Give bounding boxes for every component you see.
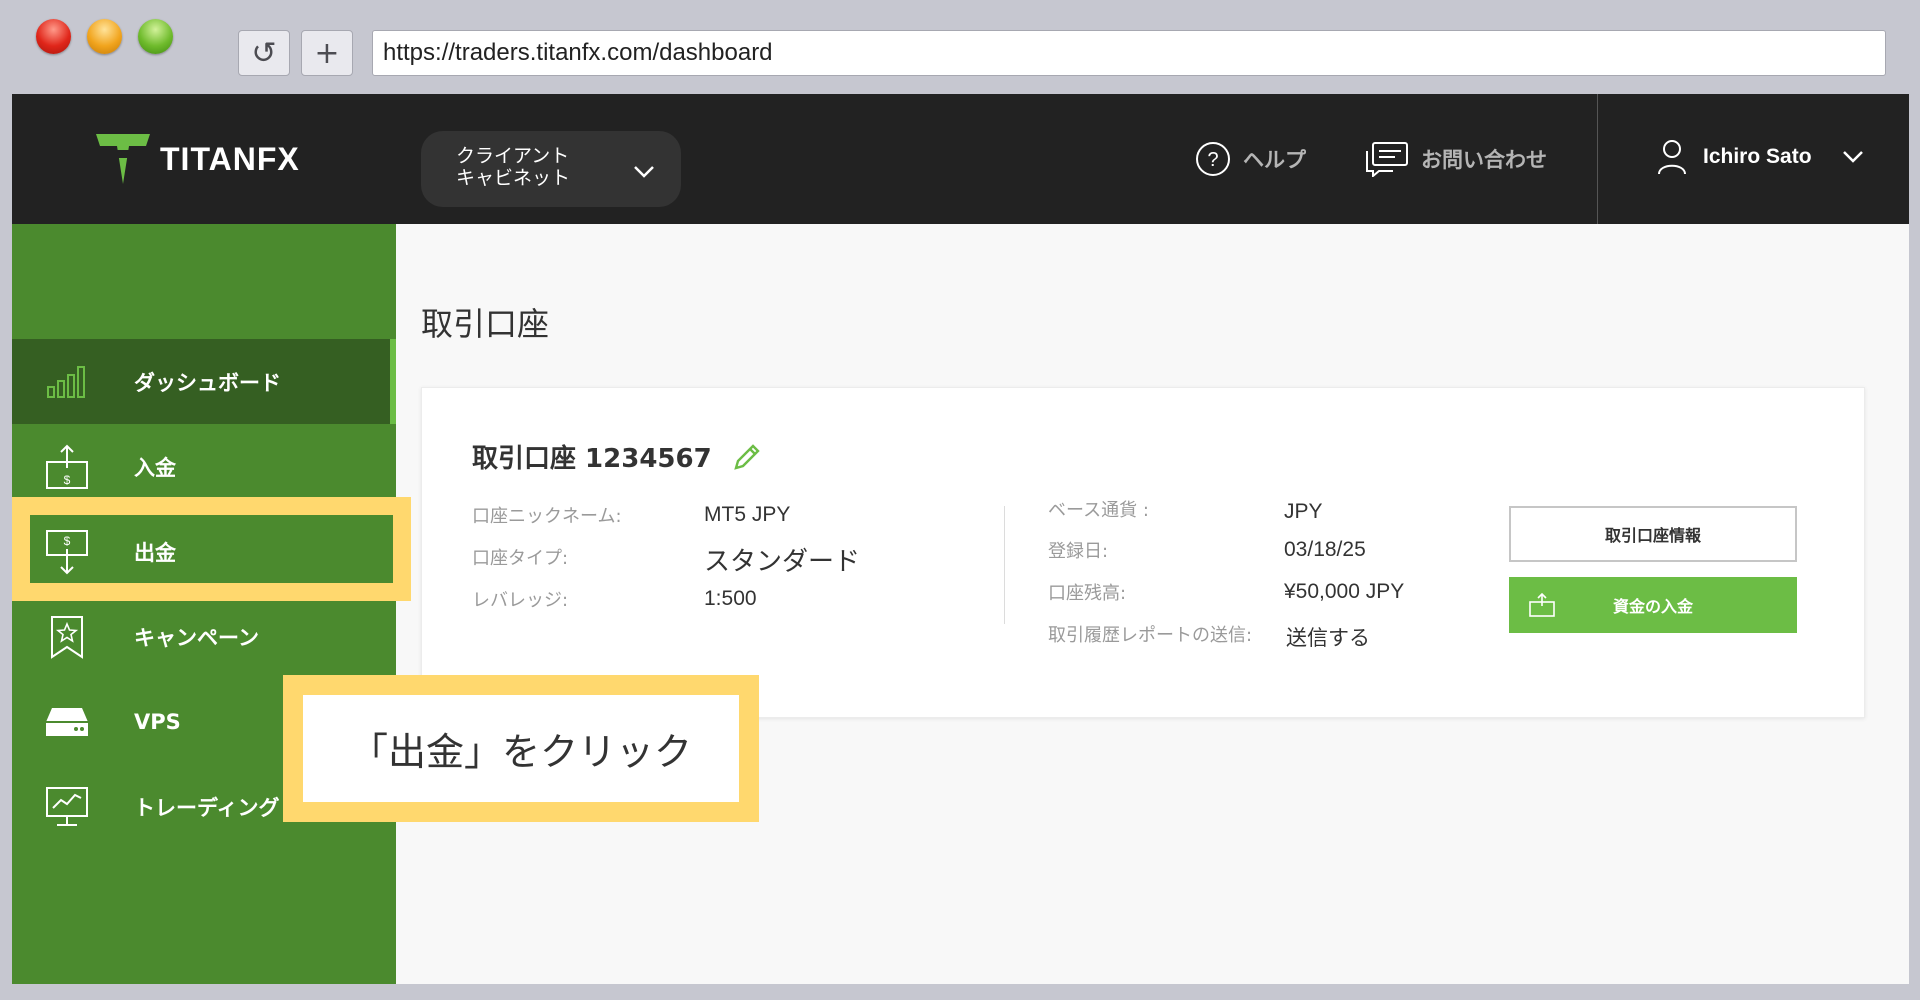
- help-link[interactable]: ? ヘルプ: [1195, 141, 1306, 177]
- sidebar-item-dashboard[interactable]: ダッシュボード: [12, 339, 396, 424]
- browser-chrome: ↺ + https://traders.titanfx.com/dashboar…: [0, 0, 1920, 94]
- contact-link[interactable]: お問い合わせ: [1365, 141, 1547, 177]
- info-row-registration-date: 登録日:: [1048, 541, 1109, 562]
- cabinet-label: クライアント キャビネット: [456, 145, 571, 189]
- titanfx-logo[interactable]: TITANFX: [96, 134, 300, 184]
- reload-icon: ↺: [251, 35, 277, 71]
- reload-button[interactable]: ↺: [238, 30, 290, 76]
- card-divider: [1004, 506, 1005, 624]
- deposit-funds-button[interactable]: 資金の入金: [1509, 577, 1797, 633]
- user-name: Ichiro Sato: [1703, 145, 1812, 168]
- registration-date-value: 03/18/25: [1284, 538, 1366, 561]
- help-label: ヘルプ: [1243, 148, 1306, 172]
- url-text: https://traders.titanfx.com/dashboard: [383, 39, 773, 66]
- titanfx-logo-icon: [96, 134, 150, 184]
- top-bar: TITANFX クライアント キャビネット ? ヘルプ お問い合わせ Ichir…: [12, 94, 1909, 224]
- base-currency-value: JPY: [1284, 500, 1323, 523]
- deposit-icon: $: [42, 442, 92, 492]
- chevron-down-icon: [1842, 151, 1863, 163]
- info-row-account-type: 口座タイプ:: [472, 548, 569, 569]
- sidebar-item-campaign[interactable]: キャンペーン: [12, 594, 396, 679]
- sidebar-item-label: キャンペーン: [134, 625, 259, 650]
- ribbon-star-icon: [42, 612, 92, 662]
- info-row-leverage: レバレッジ:: [472, 590, 569, 611]
- deposit-icon: [1529, 593, 1555, 617]
- nickname-value: MT5 JPY: [704, 503, 791, 526]
- report-sending-value: 送信する: [1286, 627, 1370, 650]
- sidebar-item-label: 入金: [134, 455, 176, 480]
- user-menu[interactable]: Ichiro Sato: [1657, 139, 1864, 175]
- account-type-value: スタンダード: [704, 546, 861, 576]
- topbar-divider: [1597, 94, 1598, 224]
- server-icon: [42, 697, 92, 747]
- instruction-callout: 「出金」をクリック: [283, 675, 759, 822]
- question-circle-icon: ?: [1196, 142, 1230, 176]
- account-card: 取引口座 1234567 口座ニックネーム: MT5 JPY 口座タイプ: スタ…: [421, 387, 1865, 718]
- info-row-balance: 口座残高:: [1048, 583, 1127, 604]
- info-row-report-sending: 取引履歴レポートの送信:: [1048, 625, 1253, 646]
- bar-chart-icon: [42, 357, 92, 407]
- info-row-nickname: 口座ニックネーム:: [472, 506, 622, 527]
- contact-label: お問い合わせ: [1421, 148, 1547, 172]
- chat-bubble-icon: [1366, 142, 1408, 177]
- sidebar-item-label: トレーディング: [134, 795, 280, 820]
- account-card-title: 取引口座 1234567: [472, 438, 762, 475]
- svg-text:?: ?: [1207, 149, 1218, 171]
- close-window-button[interactable]: [36, 19, 71, 54]
- sidebar-item-label: ダッシュボード: [134, 370, 281, 395]
- page-title: 取引口座: [421, 305, 550, 343]
- edit-pencil-icon[interactable]: [732, 442, 762, 472]
- callout-text: 「出金」をクリック: [303, 695, 739, 802]
- leverage-value: 1:500: [704, 587, 757, 610]
- plus-icon: +: [314, 35, 340, 71]
- client-cabinet-dropdown[interactable]: クライアント キャビネット: [421, 131, 681, 207]
- url-bar[interactable]: https://traders.titanfx.com/dashboard: [372, 30, 1886, 76]
- account-info-button[interactable]: 取引口座情報: [1509, 506, 1797, 562]
- balance-value: ¥50,000 JPY: [1284, 580, 1405, 603]
- chevron-down-icon: [634, 166, 654, 178]
- new-tab-button[interactable]: +: [301, 30, 353, 76]
- sidebar-item-label: VPS: [134, 709, 181, 734]
- info-row-base-currency: ベース通貨 :: [1048, 500, 1149, 521]
- minimize-window-button[interactable]: [87, 19, 122, 54]
- logo-text: TITANFX: [160, 140, 300, 177]
- svg-text:$: $: [64, 473, 71, 487]
- monitor-chart-icon: [42, 782, 92, 832]
- withdraw-highlight-frame: [12, 497, 411, 601]
- maximize-window-button[interactable]: [138, 19, 173, 54]
- sidebar: ダッシュボード $ 入金 $ 出金 キャンペーン VPS トレーディング: [12, 224, 396, 984]
- user-icon: [1658, 140, 1686, 175]
